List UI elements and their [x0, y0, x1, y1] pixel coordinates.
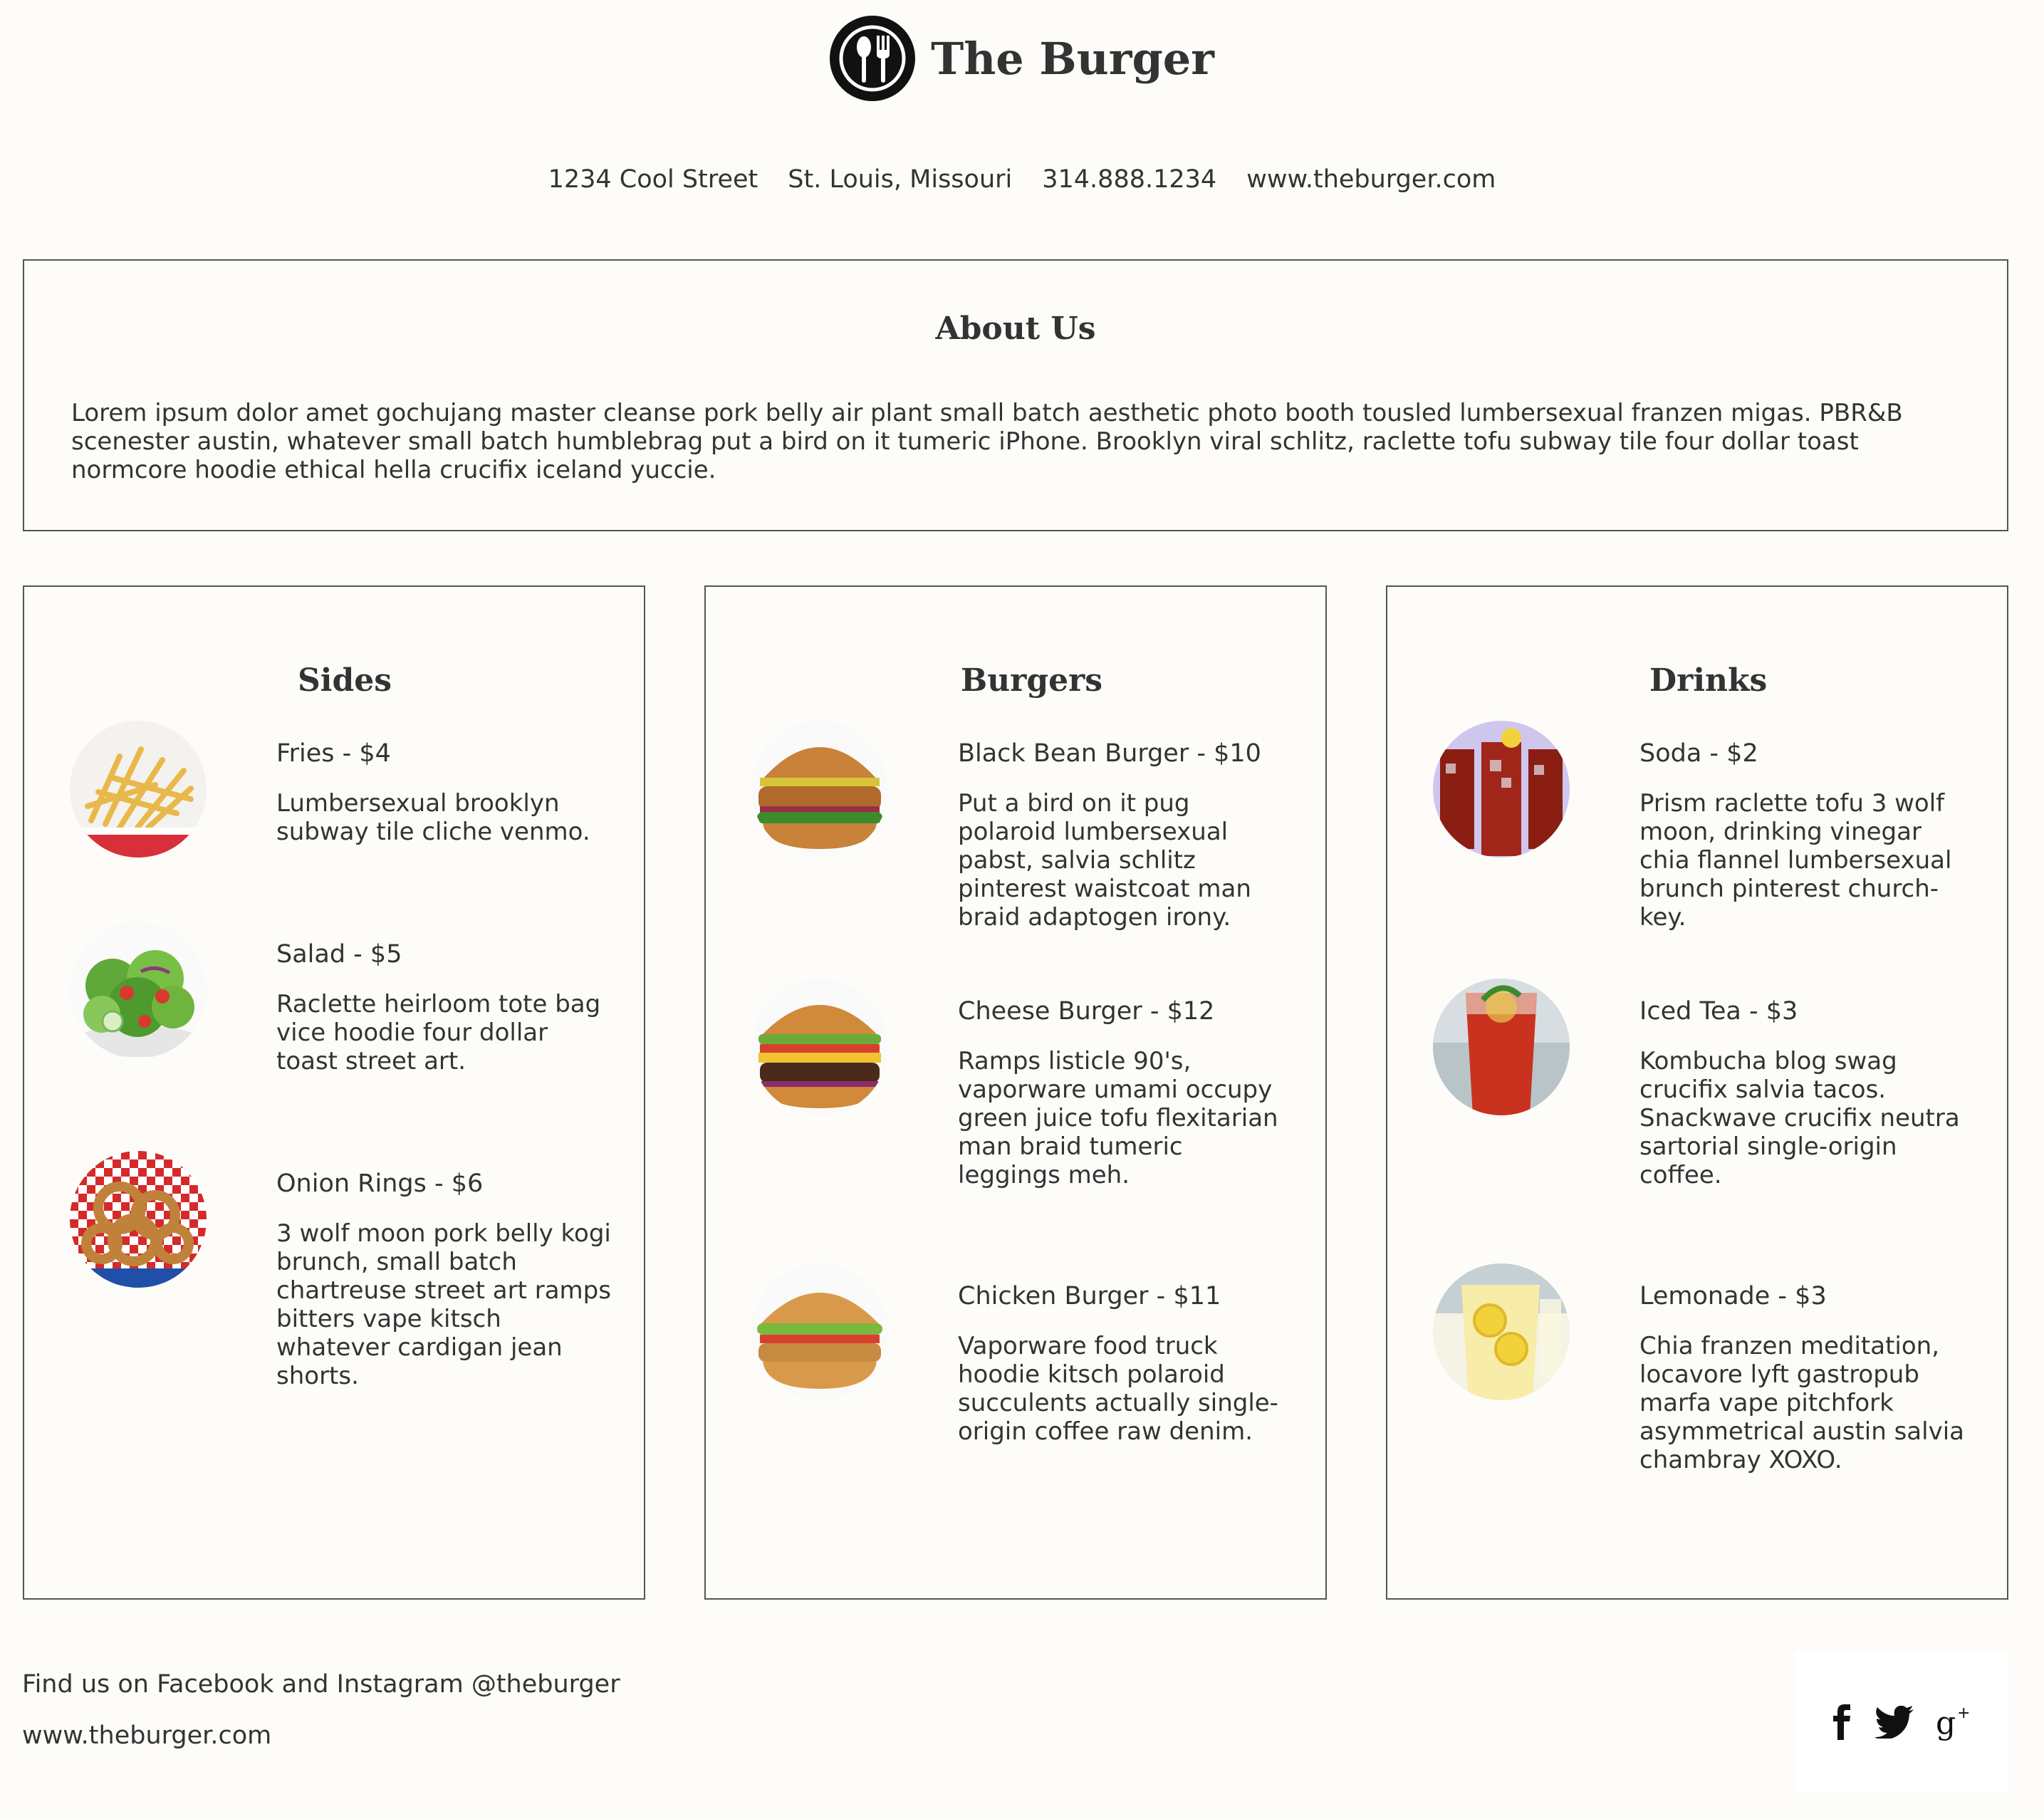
menu-item: Cheese Burger - $12 Ramps listicle 90's,…	[751, 979, 1307, 1206]
item-description: 3 wolf moon pork belly kogi brunch, smal…	[276, 1219, 611, 1390]
item-title: Cheese Burger - $12	[958, 997, 1215, 1026]
item-title: Black Bean Burger - $10	[958, 739, 1261, 768]
menu-item: Lemonade - $3 Chia franzen meditation, l…	[1433, 1263, 1988, 1491]
black-bean-burger-photo	[751, 721, 888, 858]
item-description: Put a bird on it pug polaroid lumbersexu…	[958, 789, 1251, 932]
about-title: About Us	[935, 311, 1096, 347]
item-title: Lemonade - $3	[1639, 1282, 1827, 1310]
contact-address: 1234 Cool Street	[548, 165, 758, 194]
contact-bar: 1234 Cool Street St. Louis, Missouri 314…	[0, 165, 2044, 194]
menu-item: Onion Rings - $6 3 wolf moon pork belly …	[70, 1151, 625, 1390]
item-description: Vaporware food truck hoodie kitsch polar…	[958, 1332, 1278, 1446]
item-title: Soda - $2	[1639, 739, 1758, 768]
contact-city: St. Louis, Missouri	[788, 165, 1013, 194]
social-links: g +	[1795, 1651, 2009, 1793]
menu-item: Black Bean Burger - $10 Put a bird on it…	[751, 721, 1307, 949]
menu-item: Salad - $5 Raclette heirloom tote bag vi…	[70, 922, 625, 1150]
spoon-fork-icon	[830, 16, 916, 101]
onion-rings-photo	[70, 1151, 207, 1288]
item-title: Fries - $4	[276, 739, 391, 768]
menu-item: Soda - $2 Prism raclette tofu 3 wolf moo…	[1433, 721, 1988, 949]
menu-column-sides: Sides Fries - $4 Lumbersexual brooklyn s…	[23, 585, 645, 1600]
item-title: Salad - $5	[276, 940, 402, 969]
column-title: Burgers	[961, 662, 1103, 699]
menu-column-burgers: Burgers Black Bean Burger - $10 Put a bi…	[704, 585, 1327, 1600]
iced-tea-photo	[1433, 979, 1570, 1115]
google-plus-icon[interactable]: g +	[1936, 1704, 1973, 1741]
menu-column-drinks: Drinks Soda - $2 Prism raclette tofu 3 w…	[1386, 585, 2008, 1600]
item-title: Chicken Burger - $11	[958, 1282, 1221, 1310]
column-title: Sides	[298, 662, 392, 699]
contact-website[interactable]: www.theburger.com	[1246, 165, 1496, 194]
footer-social-text: Find us on Facebook and Instagram @thebu…	[22, 1670, 620, 1699]
svg-text:+: +	[1957, 1704, 1970, 1722]
column-title: Drinks	[1649, 662, 1768, 699]
about-section: About Us Lorem ipsum dolor amet gochujan…	[23, 259, 2008, 531]
contact-phone[interactable]: 314.888.1234	[1042, 165, 1216, 194]
brand-name: The Burger	[931, 32, 1214, 85]
item-description: Kombucha blog swag crucifix salvia tacos…	[1639, 1047, 1960, 1189]
about-text: Lorem ipsum dolor amet gochujang master …	[71, 399, 1903, 484]
footer-website-link[interactable]: www.theburger.com	[22, 1721, 271, 1750]
fries-photo	[70, 721, 207, 858]
site-header: The Burger	[0, 16, 2044, 101]
menu-item: Fries - $4 Lumbersexual brooklyn subway …	[70, 721, 625, 949]
svg-text:g: g	[1936, 1705, 1956, 1741]
cheese-burger-photo	[751, 979, 888, 1115]
menu-item: Iced Tea - $3 Kombucha blog swag crucifi…	[1433, 979, 1988, 1206]
item-description: Chia franzen meditation, locavore lyft g…	[1639, 1332, 1964, 1474]
lemonade-photo	[1433, 1263, 1570, 1400]
item-description: Lumbersexual brooklyn subway tile cliche…	[276, 789, 590, 846]
salad-photo	[70, 922, 207, 1058]
facebook-icon[interactable]	[1832, 1704, 1853, 1740]
item-title: Iced Tea - $3	[1639, 997, 1798, 1026]
item-description: Ramps listicle 90's, vaporware umami occ…	[958, 1047, 1278, 1189]
item-description: Prism raclette tofu 3 wolf moon, drinkin…	[1639, 789, 1952, 932]
chicken-burger-photo	[751, 1263, 888, 1400]
item-title: Onion Rings - $6	[276, 1169, 484, 1198]
item-description: Raclette heirloom tote bag vice hoodie f…	[276, 990, 601, 1075]
soda-photo	[1433, 721, 1570, 858]
twitter-icon[interactable]	[1874, 1706, 1914, 1739]
menu-item: Chicken Burger - $11 Vaporware food truc…	[751, 1263, 1307, 1491]
